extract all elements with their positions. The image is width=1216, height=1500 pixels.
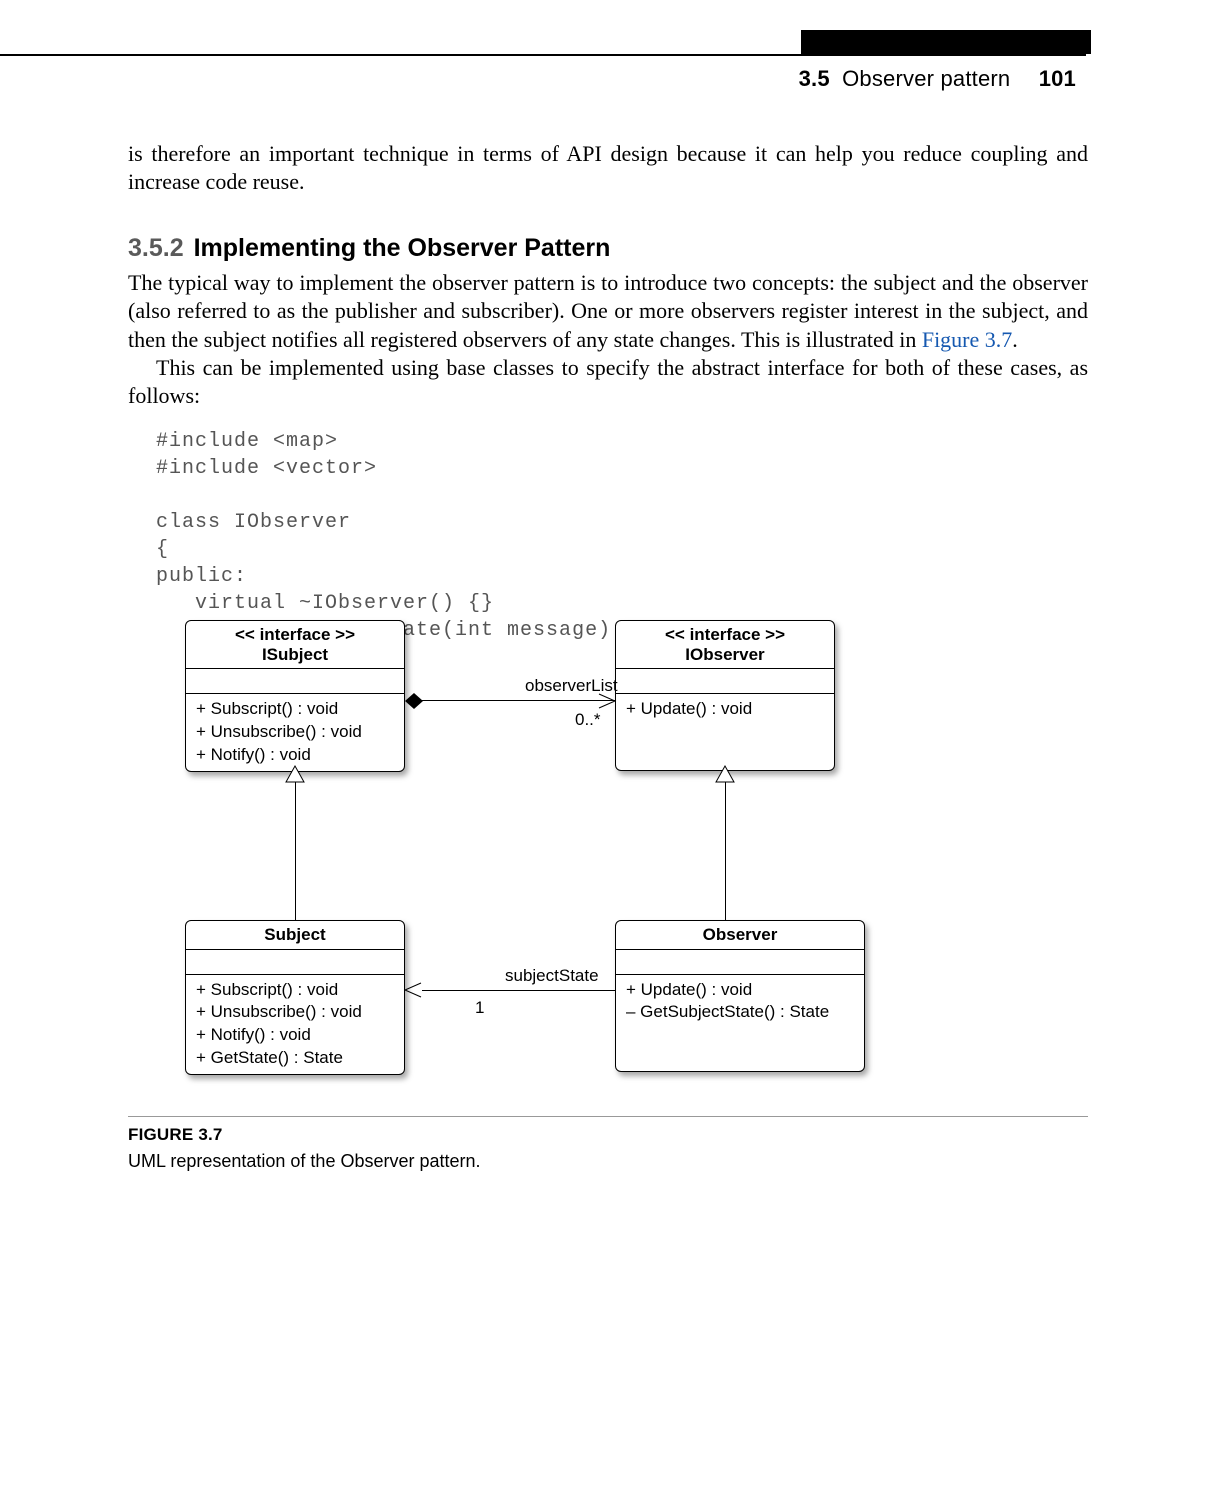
section-number: 3.5 xyxy=(799,66,830,91)
code-listing: #include <map> #include <vector> class I… xyxy=(156,428,1088,644)
uml-isubject-header: << interface >> ISubject xyxy=(186,621,404,669)
uml-class-subject: Subject + Subscript() : void + Unsubscri… xyxy=(185,920,405,1075)
figure-caption-block: FIGURE 3.7 UML representation of the Obs… xyxy=(128,1116,1088,1172)
figure-label: FIGURE 3.7 xyxy=(128,1125,1088,1145)
uml-isubject-ops: + Subscript() : void + Unsubscribe() : v… xyxy=(186,694,404,771)
uml-realization-left-line xyxy=(295,782,296,920)
uml-triangle-open-icon xyxy=(286,766,304,784)
uml-op: + Notify() : void xyxy=(196,1024,394,1047)
uml-arrowhead-open-icon xyxy=(599,694,617,708)
figure-caption: UML representation of the Observer patte… xyxy=(128,1151,1088,1172)
uml-isubject-stereotype: << interface >> xyxy=(196,625,394,645)
uml-iobserver-stereotype: << interface >> xyxy=(626,625,824,645)
uml-class-iobserver: << interface >> IObserver + Update() : v… xyxy=(615,620,835,771)
uml-iobserver-name: IObserver xyxy=(626,645,824,665)
subsection-title: Implementing the Observer Pattern xyxy=(194,234,611,262)
page-thumb-tab xyxy=(801,30,1091,54)
uml-iobserver-header: << interface >> IObserver xyxy=(616,621,834,669)
uml-op: + Unsubscribe() : void xyxy=(196,1001,394,1024)
uml-subject-header: Subject xyxy=(186,921,404,950)
page: 3.5 Observer pattern 101 is therefore an… xyxy=(0,0,1216,1500)
uml-op: + Update() : void xyxy=(626,698,824,721)
paragraph-1b: . xyxy=(1012,327,1018,352)
lead-paragraph: is therefore an important technique in t… xyxy=(128,140,1088,196)
figure-rule xyxy=(128,1116,1088,1117)
uml-subject-name: Subject xyxy=(196,925,394,945)
uml-iobserver-attrs xyxy=(616,669,834,694)
uml-observer-name: Observer xyxy=(626,925,854,945)
uml-subject-attrs xyxy=(186,950,404,975)
uml-op: + Update() : void xyxy=(626,979,854,1002)
paragraph-2: This can be implemented using base class… xyxy=(128,354,1088,410)
uml-assoc-top-mult: 0..* xyxy=(575,710,601,730)
running-head: 3.5 Observer pattern 101 xyxy=(799,66,1076,92)
uml-op: + GetState() : State xyxy=(196,1047,394,1070)
uml-observer-ops: + Update() : void – GetSubjectState() : … xyxy=(616,975,864,1071)
uml-op: + Unsubscribe() : void xyxy=(196,721,394,744)
body-column: is therefore an important technique in t… xyxy=(128,140,1088,644)
page-number: 101 xyxy=(1039,66,1076,91)
uml-diagram: << interface >> ISubject + Subscript() :… xyxy=(185,620,905,1100)
subsection-heading: 3.5.2 Implementing the Observer Pattern xyxy=(128,234,1088,263)
uml-op: + Subscript() : void xyxy=(196,698,394,721)
uml-op: + Subscript() : void xyxy=(196,979,394,1002)
uml-observer-attrs xyxy=(616,950,864,975)
uml-class-isubject: << interface >> ISubject + Subscript() :… xyxy=(185,620,405,772)
uml-realization-right-line xyxy=(725,782,726,920)
uml-triangle-open-icon xyxy=(716,766,734,784)
uml-isubject-name: ISubject xyxy=(196,645,394,665)
uml-assoc-bottom-role: subjectState xyxy=(505,966,599,986)
uml-isubject-attrs xyxy=(186,669,404,694)
uml-diamond-filled-icon xyxy=(405,693,423,709)
uml-arrowhead-open-icon xyxy=(405,983,423,997)
uml-assoc-bottom-mult: 1 xyxy=(475,998,484,1018)
uml-iobserver-ops: + Update() : void xyxy=(616,694,834,770)
uml-assoc-top-role: observerList xyxy=(525,676,618,696)
figure-reference-link[interactable]: Figure 3.7 xyxy=(922,327,1012,352)
uml-assoc-bottom-line xyxy=(422,990,615,991)
subsection-number: 3.5.2 xyxy=(128,234,184,262)
uml-op: + Notify() : void xyxy=(196,744,394,767)
header-rule xyxy=(0,54,1086,56)
uml-subject-ops: + Subscript() : void + Unsubscribe() : v… xyxy=(186,975,404,1075)
uml-class-observer: Observer + Update() : void – GetSubjectS… xyxy=(615,920,865,1072)
uml-observer-header: Observer xyxy=(616,921,864,950)
uml-assoc-top-line xyxy=(422,700,615,701)
section-title: Observer pattern xyxy=(842,66,1010,91)
paragraph-1: The typical way to implement the observe… xyxy=(128,269,1088,353)
uml-op: – GetSubjectState() : State xyxy=(626,1001,854,1024)
